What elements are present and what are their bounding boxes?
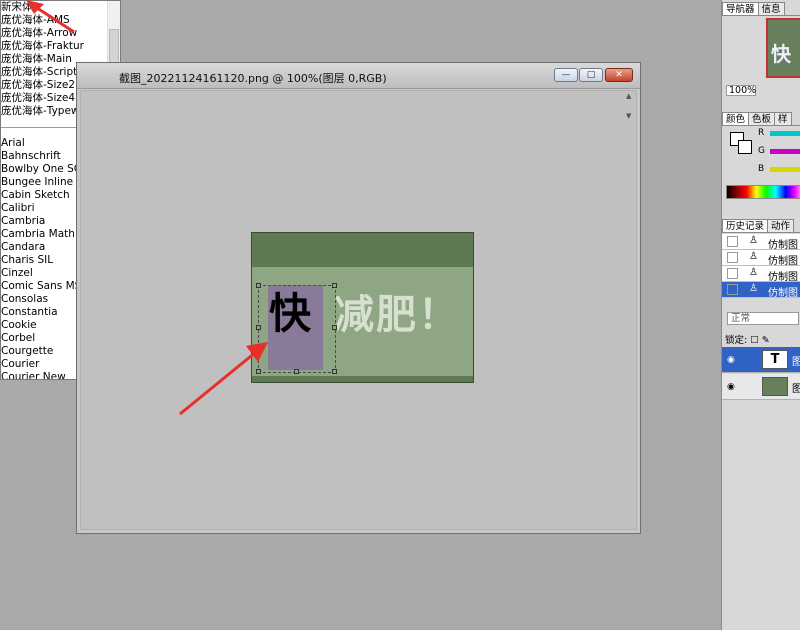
red-arrow-annotation: [26, 0, 75, 34]
transform-handle[interactable]: [294, 369, 299, 374]
zoom-field[interactable]: 100%: [726, 85, 756, 96]
transform-handle[interactable]: [332, 283, 337, 288]
image-layer-thumbnail: [762, 377, 788, 396]
lock-row: 锁定: ☐ ✎: [725, 332, 770, 346]
tab-styles[interactable]: 样: [774, 112, 792, 125]
history-item[interactable]: ♙ 仿制图: [722, 266, 800, 283]
layer-name: 图: [792, 353, 800, 368]
close-button[interactable]: ✕: [605, 68, 633, 82]
tab-history[interactable]: 历史记录: [722, 219, 769, 232]
blend-mode-select[interactable]: 正常: [727, 312, 799, 325]
text-layer-thumbnail: T: [762, 350, 788, 369]
eye-icon[interactable]: ◉: [727, 355, 735, 365]
history-item-current[interactable]: ♙ 仿制图: [722, 282, 800, 299]
history-tabs: 历史记录 动作: [722, 219, 800, 233]
background-color-swatch[interactable]: [738, 140, 752, 154]
tab-navigator[interactable]: 导航器: [722, 2, 759, 15]
scroll-down-icon[interactable]: ▼: [626, 112, 631, 120]
channel-label-g: G: [758, 146, 765, 156]
clone-stamp-icon: ♙: [749, 267, 758, 278]
lock-brush-icon[interactable]: ✎: [762, 335, 770, 346]
red-arrow-annotation: [179, 342, 268, 416]
lock-transparency-icon[interactable]: ☐: [750, 335, 759, 346]
navigator-thumbnail[interactable]: 快: [766, 18, 800, 78]
g-slider[interactable]: [770, 149, 800, 154]
maximize-button[interactable]: □: [579, 68, 603, 82]
lock-label: 锁定:: [725, 335, 748, 346]
channel-label-b: B: [758, 164, 765, 174]
color-spectrum-bar[interactable]: [726, 185, 800, 199]
document-title: 截图_20221124161120.png @ 100%(图层 0,RGB): [119, 72, 387, 85]
image-bottom-band: [252, 376, 473, 382]
color-tabs: 颜色 色板样: [722, 112, 800, 126]
canvas-image[interactable]: 快 减肥！: [251, 232, 474, 383]
navigator-panel: 导航器 信息 快 100%: [722, 2, 800, 96]
minimize-button[interactable]: —: [554, 68, 578, 82]
tab-actions[interactable]: 动作: [767, 219, 795, 232]
scroll-up-icon[interactable]: ▲: [626, 92, 631, 100]
history-item-label: 仿制图: [768, 288, 798, 299]
document-title-bar[interactable]: 截图_20221124161120.png @ 100%(图层 0,RGB) —…: [77, 63, 640, 89]
canvas-area[interactable]: 快 减肥！: [80, 90, 637, 530]
transform-handle[interactable]: [256, 283, 261, 288]
r-slider[interactable]: [770, 131, 800, 136]
thumbnail-char: 快: [771, 42, 791, 66]
history-panel: 历史记录 动作 ♙ 仿制图 ♙ 仿制图 ♙ 仿制图 ♙ 仿制图: [722, 219, 800, 303]
color-panel: 颜色 色板样 R G B: [722, 112, 800, 204]
b-slider[interactable]: [770, 167, 800, 172]
clone-stamp-icon: ♙: [749, 235, 758, 246]
layers-panel: 正常 锁定: ☐ ✎ ◉ T 图 ◉ 图: [722, 309, 800, 400]
layer-row-text[interactable]: ◉ T 图: [722, 347, 800, 373]
history-item[interactable]: ♙ 仿制图: [722, 234, 800, 251]
document-scrollbar[interactable]: ▲ ▼: [623, 90, 637, 530]
clone-stamp-icon: ♙: [749, 251, 758, 262]
clone-stamp-icon: ♙: [749, 283, 758, 294]
history-item-label: 仿制图: [768, 240, 798, 251]
layer-row-image[interactable]: ◉ 图: [722, 374, 800, 400]
document-window: 截图_20221124161120.png @ 100%(图层 0,RGB) —…: [76, 62, 641, 534]
transform-handle[interactable]: [332, 325, 337, 330]
right-panel-dock: 导航器 信息 快 100% 颜色 色板样 R G B 历史记录 动作 ♙ 仿制图 ♙: [721, 0, 800, 630]
history-item-label: 仿制图: [768, 272, 798, 283]
tab-color[interactable]: 颜色: [722, 112, 750, 125]
channel-label-r: R: [758, 128, 765, 138]
history-item[interactable]: ♙ 仿制图: [722, 250, 800, 267]
history-snapshot-box[interactable]: [727, 252, 738, 263]
transform-handle[interactable]: [332, 369, 337, 374]
history-snapshot-box[interactable]: [727, 268, 738, 279]
navigator-tabs: 导航器 信息: [722, 2, 800, 16]
history-snapshot-box[interactable]: [727, 284, 738, 295]
history-snapshot-box[interactable]: [727, 236, 738, 247]
history-item-label: 仿制图: [768, 256, 798, 267]
font-item[interactable]: 庞优海体-Fraktur: [1, 40, 106, 53]
layer-name: 图: [792, 380, 800, 395]
eye-icon[interactable]: ◉: [727, 382, 735, 392]
tab-swatches[interactable]: 色板: [748, 112, 776, 125]
image-text: 减肥！: [334, 292, 460, 338]
image-top-band: [252, 233, 473, 267]
tab-info[interactable]: 信息: [757, 2, 785, 15]
